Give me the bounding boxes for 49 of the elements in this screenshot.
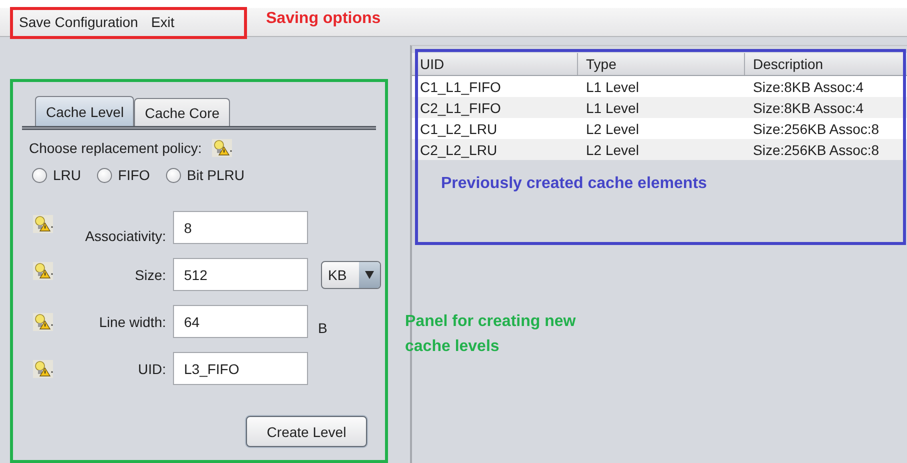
tab[interactable]: Cache Core [134, 98, 230, 126]
table-cell-text: Size:8KB Assoc:4 [752, 78, 865, 94]
radio-icon[interactable] [32, 168, 47, 182]
column-header[interactable]: Description [745, 53, 905, 75]
unit-label: B [318, 320, 328, 336]
table-cell-text: L1 Level [585, 78, 640, 94]
table-cell-text: C2_L2_LRU [419, 142, 498, 158]
column-header[interactable]: UID [412, 53, 578, 75]
table-row[interactable]: C1_L1_FIFO L1 Level Size:8KB Assoc:4 [412, 76, 907, 97]
create-level-button[interactable]: Create Level [246, 416, 367, 447]
table-cell-text: Size:8KB Assoc:4 [752, 100, 865, 116]
menu-item[interactable]: Save Configuration [19, 14, 138, 30]
input-field[interactable]: L3_FIFO [173, 352, 308, 385]
radio-icon[interactable] [97, 168, 112, 182]
radio-option[interactable]: FIFO [97, 167, 150, 183]
table-row[interactable]: C2_L1_FIFO L1 Level Size:8KB Assoc:4 [412, 97, 907, 118]
table-row[interactable]: C2_L2_LRU L2 Level Size:256KB Assoc:8 [412, 139, 907, 160]
table-row[interactable]: C1_L2_LRU L2 Level Size:256KB Assoc:8 [412, 118, 907, 139]
unit-dropdown[interactable]: KB [321, 260, 381, 288]
table-cell-text: C2_L1_FIFO [419, 100, 502, 116]
policy-label: Choose replacement policy: [29, 140, 202, 156]
warning-bulb-icon [33, 262, 53, 280]
tab[interactable]: Cache Level [35, 96, 134, 126]
radio-option[interactable]: Bit PLRU [166, 167, 244, 183]
annotation-text: Saving options [266, 10, 381, 28]
table-cell-text: Size:256KB Assoc:8 [752, 120, 880, 136]
radio-option[interactable]: LRU [32, 167, 82, 183]
annotation-text: Panel for creating new cache levels [405, 312, 577, 357]
warning-bulb-icon [33, 312, 53, 330]
input-field[interactable]: 512 [173, 258, 308, 291]
warning-bulb-icon [33, 360, 53, 378]
field-label: UID: [137, 360, 167, 376]
column-header[interactable]: Type [578, 53, 745, 75]
field-label: Size: [134, 266, 167, 282]
input-field[interactable]: 8 [173, 211, 308, 244]
menu-item[interactable]: Exit [151, 14, 174, 30]
warning-bulb-icon [33, 215, 53, 233]
warning-bulb-icon [212, 139, 232, 157]
field-label: Associativity: [84, 228, 167, 244]
table-cell-text: Size:256KB Assoc:8 [752, 142, 880, 158]
field-label: Line width: [98, 314, 167, 330]
annotation-text: Previously created cache elements [441, 175, 707, 193]
table-cell-text: L1 Level [585, 100, 640, 116]
table-cell-text: L2 Level [585, 120, 640, 136]
table-cell-text: C1_L1_FIFO [419, 78, 502, 94]
table-cell-text: L2 Level [585, 142, 640, 158]
radio-icon[interactable] [166, 168, 181, 182]
table-cell-text: C1_L2_LRU [419, 120, 498, 136]
input-field[interactable]: 64 [173, 305, 308, 338]
